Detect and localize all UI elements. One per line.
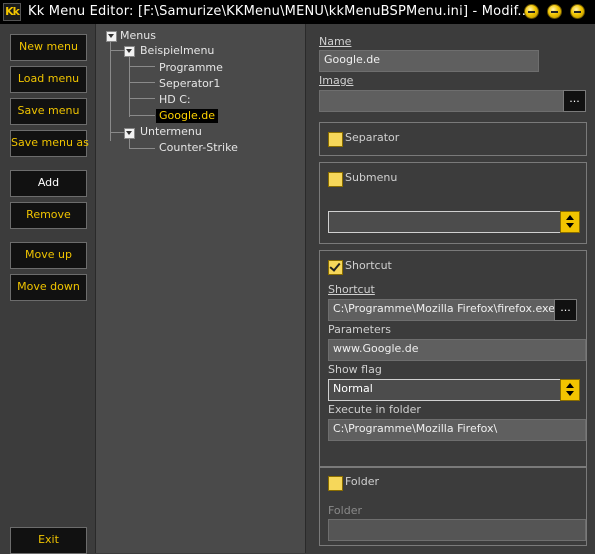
tree-expand-icon[interactable] <box>124 128 135 139</box>
shortcut-check-label: Shortcut <box>345 259 392 272</box>
save-menu-button[interactable]: Save menu <box>10 98 87 125</box>
load-menu-button[interactable]: Load menu <box>10 66 87 93</box>
save-menu-as-button[interactable]: Save menu as <box>10 130 89 157</box>
properties-panel: Name Google.de Image ... Separator Subme… <box>307 24 595 554</box>
tree-line <box>129 139 130 148</box>
shortcut-label: Shortcut <box>328 283 375 296</box>
image-field[interactable] <box>319 90 573 112</box>
tree-line <box>129 82 155 83</box>
remove-button[interactable]: Remove <box>10 202 87 229</box>
separator-label: Separator <box>345 131 400 144</box>
folder-group: Folder Folder <box>319 466 587 546</box>
shortcut-field[interactable]: C:\Programme\Mozilla Firefox\firefox.exe <box>328 299 562 321</box>
show-flag-select[interactable]: Normal <box>328 379 568 401</box>
sidebar: New menu Load menu Save menu Save menu a… <box>0 24 95 554</box>
tree-node-untermenu[interactable]: Untermenu <box>140 125 202 139</box>
tree-line <box>129 148 155 149</box>
shortcut-browse-button[interactable]: ... <box>554 299 577 321</box>
tree-node-beispielmenu[interactable]: Beispielmenu <box>140 44 214 58</box>
execute-folder-field[interactable]: C:\Programme\Mozilla Firefox\ <box>328 419 586 441</box>
close-button[interactable] <box>570 4 585 19</box>
name-field[interactable]: Google.de <box>319 50 539 72</box>
title-bar[interactable]: Kk Kk Menu Editor: [F:\Samurize\KKMenu\M… <box>0 0 595 24</box>
folder-label: Folder <box>328 504 362 517</box>
tree-line <box>129 98 155 99</box>
tree-item-seperator1[interactable]: Seperator1 <box>159 77 220 91</box>
folder-checkbox[interactable] <box>328 476 343 491</box>
new-menu-button[interactable]: New menu <box>10 34 87 61</box>
submenu-select[interactable] <box>328 211 568 233</box>
tree-item-programme[interactable]: Programme <box>159 61 223 75</box>
tree-line <box>110 132 124 133</box>
image-browse-button[interactable]: ... <box>563 90 586 112</box>
tree-item-hd-c[interactable]: HD C: <box>159 93 191 107</box>
parameters-field[interactable]: www.Google.de <box>328 339 586 361</box>
app-logo-icon: Kk <box>3 3 21 21</box>
separator-group: Separator <box>319 122 587 156</box>
maximize-icon <box>551 11 558 13</box>
move-down-button[interactable]: Move down <box>10 274 87 301</box>
minimize-icon <box>528 11 535 13</box>
tree-item-google-de[interactable]: Google.de <box>156 109 219 123</box>
name-label: Name <box>319 35 352 48</box>
tree-line <box>110 41 111 141</box>
tree-line <box>129 66 155 67</box>
image-label: Image <box>319 74 354 87</box>
parameters-label: Parameters <box>328 323 391 336</box>
shortcut-group: Shortcut Shortcut C:\Programme\Mozilla F… <box>319 250 587 468</box>
submenu-checkbox[interactable] <box>328 172 343 187</box>
submenu-label: Submenu <box>345 171 398 184</box>
tree-expand-icon[interactable] <box>124 46 135 57</box>
close-icon <box>574 11 581 13</box>
tree-root-menus[interactable]: Menus <box>120 29 156 43</box>
window-title: Kk Menu Editor: [F:\Samurize\KKMenu\MENU… <box>28 4 531 19</box>
folder-field[interactable] <box>328 519 586 541</box>
add-button[interactable]: Add <box>10 170 87 197</box>
maximize-button[interactable] <box>547 4 562 19</box>
tree-item-counter-strike[interactable]: Counter-Strike <box>159 141 238 155</box>
tree-line <box>129 115 155 116</box>
shortcut-checkbox[interactable] <box>328 260 343 275</box>
separator-checkbox[interactable] <box>328 132 343 147</box>
folder-check-label: Folder <box>345 475 379 488</box>
menu-tree[interactable]: Menus Beispielmenu Programme Seperator1 … <box>95 24 306 553</box>
minimize-button[interactable] <box>524 4 539 19</box>
tree-expand-icon[interactable] <box>106 31 117 42</box>
show-flag-spin-icon[interactable] <box>560 379 580 401</box>
submenu-group: Submenu <box>319 162 587 244</box>
execute-folder-label: Execute in folder <box>328 403 421 416</box>
move-up-button[interactable]: Move up <box>10 242 87 269</box>
submenu-spin-icon[interactable] <box>560 211 580 233</box>
tree-line <box>110 50 124 51</box>
show-flag-label: Show flag <box>328 363 382 376</box>
exit-button[interactable]: Exit <box>10 527 87 554</box>
